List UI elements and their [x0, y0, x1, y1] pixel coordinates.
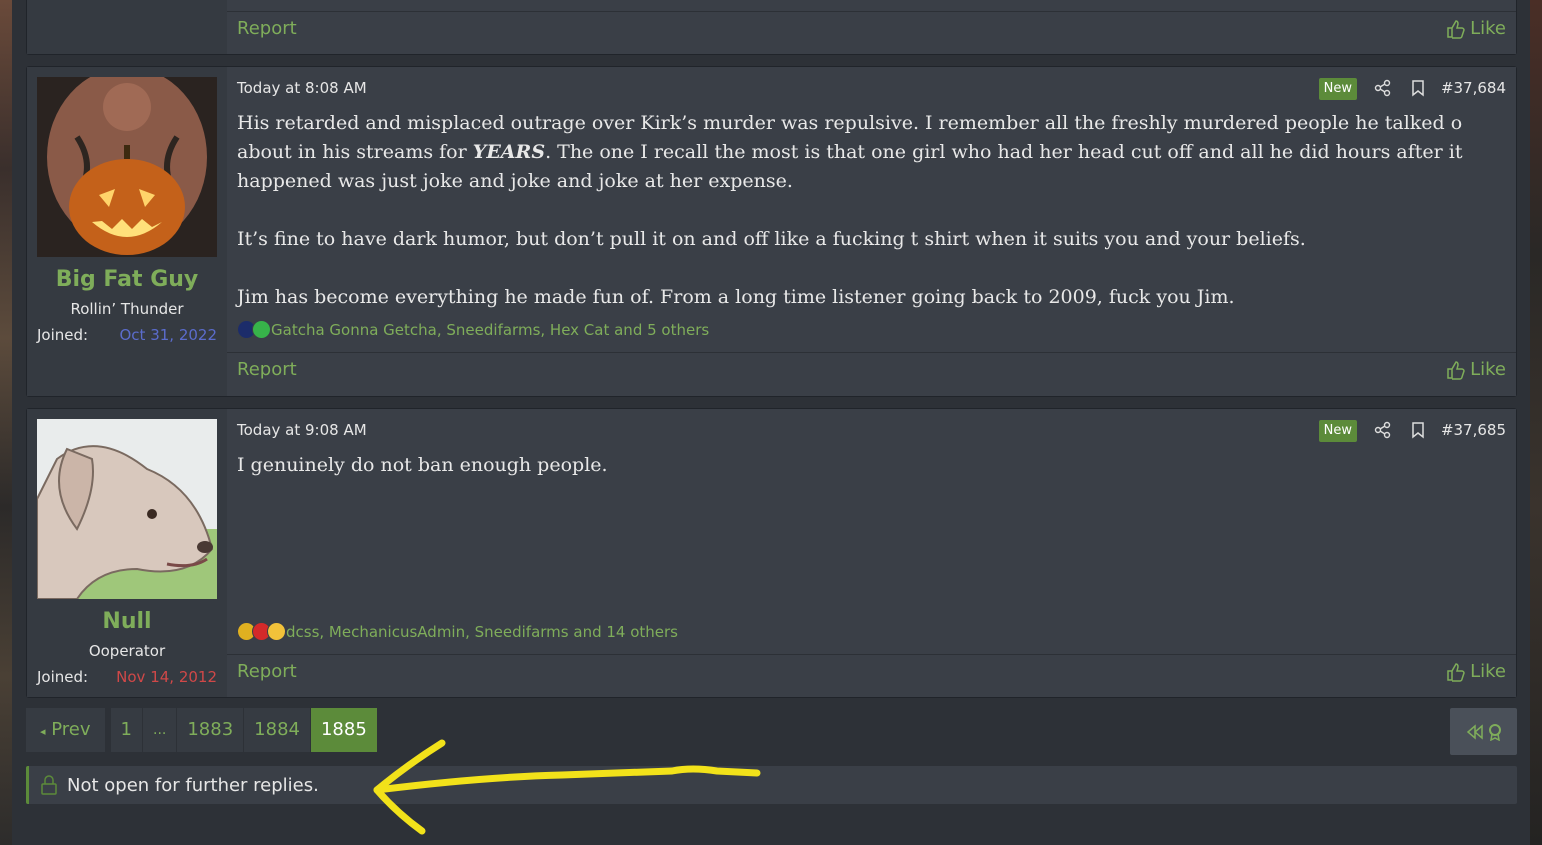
message-cell: Report Like [227, 0, 1516, 54]
like-button[interactable]: Like [1446, 359, 1506, 380]
page-link[interactable]: 1884 [244, 708, 310, 752]
joined-label: Joined: [37, 668, 89, 686]
bookmark-icon[interactable] [1409, 421, 1427, 439]
reaction-users[interactable]: dcss, MechanicusAdmin, Sneedifarms and 1… [286, 623, 678, 641]
thread-page: Report Like Big Fat Guy Rollin’ Thunder … [12, 0, 1530, 845]
share-icon[interactable] [1374, 421, 1392, 439]
post-timestamp[interactable]: Today at 8:08 AM [237, 79, 367, 97]
post-paragraph: Jim has become everything he made fun of… [237, 286, 1235, 308]
user-title: Rollin’ Thunder [70, 300, 184, 318]
joined-date: Oct 31, 2022 [119, 326, 218, 344]
post-previous: Report Like [26, 0, 1517, 55]
message-cell: Today at 9:08 AM New #37,685 I genuinely… [227, 409, 1516, 697]
report-link[interactable]: Report [237, 18, 297, 39]
lock-icon [41, 775, 57, 795]
reaction-icons [237, 622, 286, 641]
post-paragraph: I genuinely do not ban enough people. [237, 454, 608, 476]
reaction-users[interactable]: Gatcha Gonna Getcha, Sneedifarms, Hex Ca… [271, 321, 709, 339]
share-icon[interactable] [1374, 79, 1392, 97]
post: Null Ooperator Joined: Nov 14, 2012 Toda… [26, 408, 1517, 698]
locked-text: Not open for further replies. [67, 774, 319, 796]
reactions-bar[interactable]: Gatcha Gonna Getcha, Sneedifarms, Hex Ca… [237, 320, 709, 339]
background-strip-right [1530, 0, 1542, 845]
background-strip-left [0, 0, 12, 845]
jump-unread-icon [1488, 723, 1501, 741]
jump-to-unread-button[interactable] [1450, 708, 1517, 755]
page-link[interactable]: 1883 [177, 708, 244, 752]
post-divider [227, 352, 1516, 353]
like-label: Like [1470, 359, 1506, 380]
thumbs-up-icon [1447, 19, 1465, 39]
prev-page-button[interactable]: ◂ Prev [26, 708, 105, 752]
dog-avatar-image [37, 419, 217, 599]
joined-date: Nov 14, 2012 [116, 668, 217, 686]
username[interactable]: Null [27, 609, 227, 634]
post-paragraph: It’s fine to have dark humor, but don’t … [237, 228, 1306, 250]
post-number[interactable]: #37,684 [1441, 79, 1506, 97]
post-paragraph: His retarded and misplaced outrage over … [237, 112, 1463, 192]
message-cell: Today at 8:08 AM New #37,684 His retarde… [227, 67, 1516, 396]
user-title: Ooperator [88, 642, 166, 660]
like-button[interactable]: Like [1446, 18, 1506, 39]
thinking-reaction-icon [267, 622, 286, 641]
user-cell: Big Fat Guy Rollin’ Thunder Joined: Oct … [27, 67, 227, 396]
post-divider [227, 654, 1516, 655]
thumbs-up-icon [1447, 662, 1465, 682]
report-link[interactable]: Report [237, 661, 297, 682]
reactions-bar[interactable]: dcss, MechanicusAdmin, Sneedifarms and 1… [237, 622, 678, 641]
yellow-arrow-annotation [373, 739, 761, 835]
new-badge: New [1318, 420, 1357, 442]
bookmark-icon[interactable] [1409, 79, 1427, 97]
post-number[interactable]: #37,685 [1441, 421, 1506, 439]
user-cell [27, 0, 227, 54]
post: Big Fat Guy Rollin’ Thunder Joined: Oct … [26, 66, 1517, 397]
like-label: Like [1470, 661, 1506, 682]
username[interactable]: Big Fat Guy [27, 267, 227, 292]
pumpkin-avatar-image [37, 77, 217, 257]
post-body: I genuinely do not ban enough people. [237, 451, 1506, 480]
thumbs-up-icon [1447, 360, 1465, 380]
post-divider [227, 11, 1516, 12]
rewind-icon [1466, 723, 1483, 740]
new-badge: New [1318, 78, 1357, 100]
page-ellipsis[interactable]: ... [143, 708, 177, 752]
report-link[interactable]: Report [237, 359, 297, 380]
prev-label: Prev [51, 719, 91, 740]
post-body: His retarded and misplaced outrage over … [237, 109, 1506, 312]
like-button[interactable]: Like [1446, 661, 1506, 682]
avatar[interactable] [37, 419, 217, 599]
avatar[interactable] [37, 77, 217, 257]
chevron-left-icon: ◂ [40, 725, 46, 738]
user-cell: Null Ooperator Joined: Nov 14, 2012 [27, 409, 227, 697]
reaction-icons [237, 320, 271, 339]
like-label: Like [1470, 18, 1506, 39]
check-reaction-icon [252, 320, 271, 339]
joined-label: Joined: [37, 326, 89, 344]
pagination: ◂ Prev 1 ... 1883 1884 1885 [26, 708, 378, 752]
page-link[interactable]: 1 [110, 708, 142, 752]
post-timestamp[interactable]: Today at 9:08 AM [237, 421, 367, 439]
